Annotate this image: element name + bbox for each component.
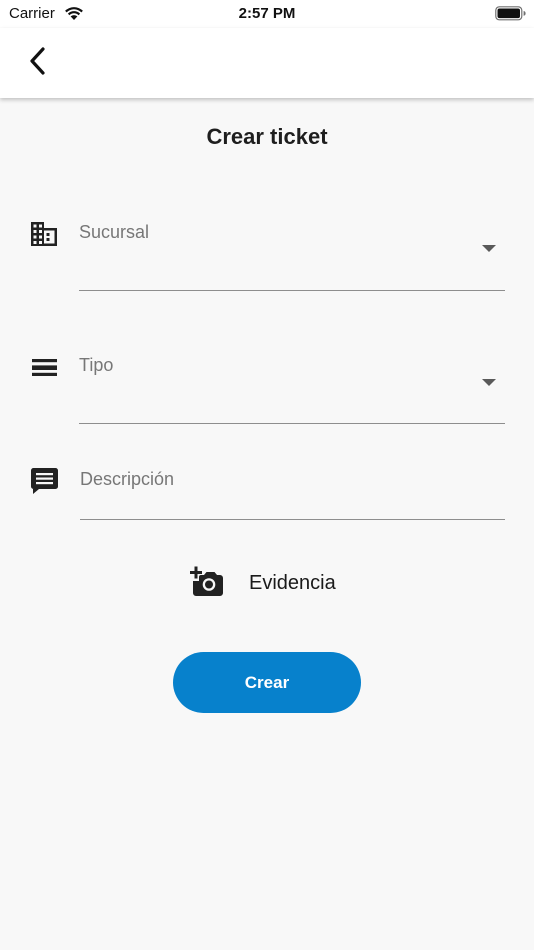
descripcion-label: Descripción: [80, 469, 175, 489]
sucursal-label: Sucursal: [79, 222, 150, 242]
sucursal-dropdown[interactable]: Sucursal: [79, 222, 505, 291]
evidence-label: Evidencia: [249, 571, 336, 594]
sucursal-underline: [79, 290, 505, 291]
battery-icon: [495, 6, 527, 26]
status-bar: Carrier 2:57 PM: [0, 0, 534, 28]
building-icon: [31, 222, 57, 251]
tipo-label: Tipo: [79, 355, 114, 375]
chevron-left-icon: [27, 46, 47, 81]
app-bar: [0, 28, 534, 98]
dropdown-arrow-icon: [482, 374, 496, 392]
page-title: Crear ticket: [206, 124, 328, 149]
list-icon: [32, 359, 57, 381]
descripcion-underline: [80, 519, 505, 520]
evidence-button[interactable]: Evidencia: [190, 566, 336, 600]
clock-time: 2:57 PM: [238, 5, 296, 22]
add-photo-icon: [190, 566, 223, 601]
descripcion-input[interactable]: Descripción: [80, 469, 505, 520]
dropdown-arrow-icon: [482, 240, 496, 258]
tipo-dropdown[interactable]: Tipo: [79, 355, 505, 424]
back-button[interactable]: [20, 44, 54, 82]
tipo-underline: [79, 423, 505, 424]
comment-icon: [31, 468, 58, 499]
create-button[interactable]: Crear: [173, 652, 361, 713]
